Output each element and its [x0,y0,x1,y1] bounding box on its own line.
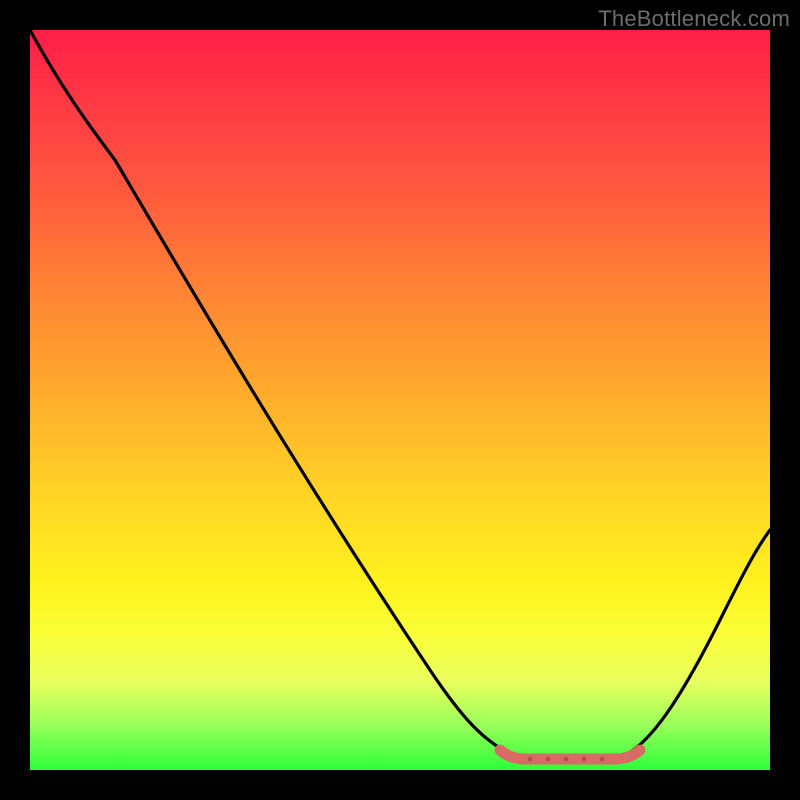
curve-path [30,30,770,758]
plot-area [30,30,770,770]
optimal-zone-highlight [500,750,640,759]
watermark-text: TheBottleneck.com [598,6,790,32]
chart-frame: TheBottleneck.com [0,0,800,800]
bottleneck-curve [30,30,770,770]
